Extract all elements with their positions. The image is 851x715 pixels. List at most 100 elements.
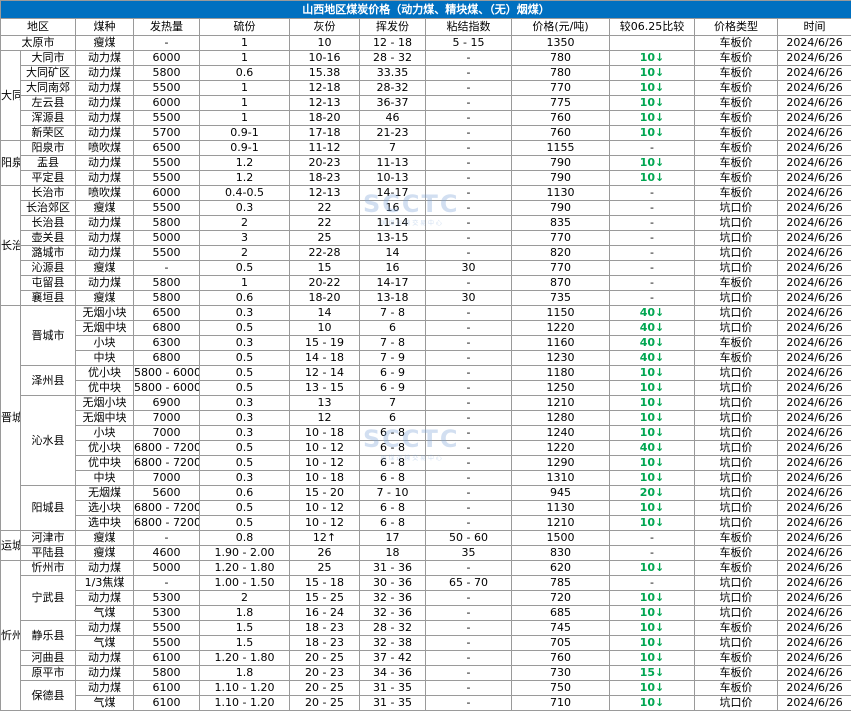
type-cell: 车板价: [694, 155, 778, 171]
bond-cell: -: [425, 665, 512, 681]
heat-cell: 5000: [133, 230, 200, 246]
diff-cell: 40↓: [609, 335, 695, 351]
sulfur-cell: 0.3: [199, 425, 290, 441]
price-cell: 750: [511, 680, 610, 696]
vol-cell: 7 - 8: [359, 305, 426, 321]
bond-cell: -: [425, 650, 512, 666]
heat-cell: 6000: [133, 50, 200, 66]
coal-cell: 动力煤: [75, 560, 134, 576]
coal-cell: 瘦煤: [75, 35, 134, 51]
region-cell: 阳泉: [0, 140, 21, 186]
sulfur-cell: 2: [199, 590, 290, 606]
coal-cell: 动力煤: [75, 110, 134, 126]
sulfur-cell: 1.20 - 1.80: [199, 560, 290, 576]
type-cell: 坑口价: [694, 200, 778, 216]
sulfur-cell: 0.5: [199, 365, 290, 381]
price-cell: 1130: [511, 500, 610, 516]
bond-cell: -: [425, 200, 512, 216]
vol-cell: 30 - 36: [359, 575, 426, 591]
sulfur-cell: 1.2: [199, 170, 290, 186]
ash-cell: 15 - 20: [289, 485, 360, 501]
diff-cell: 10↓: [609, 650, 695, 666]
bond-cell: -: [425, 365, 512, 381]
date-cell: 2024/6/26: [776, 350, 851, 366]
ash-cell: 10 - 18: [289, 470, 360, 486]
date-cell: 2024/6/26: [776, 635, 851, 651]
vol-cell: 7: [359, 395, 426, 411]
bond-cell: 30: [425, 290, 512, 306]
sulfur-cell: 0.3: [199, 410, 290, 426]
heat-cell: 6800 - 7200: [133, 455, 200, 471]
price-cell: 685: [511, 605, 610, 621]
diff-cell: -: [609, 200, 695, 216]
price-cell: 780: [511, 65, 610, 81]
diff-cell: 10↓: [609, 50, 695, 66]
ash-cell: 25: [289, 230, 360, 246]
coal-cell: 动力煤: [75, 50, 134, 66]
bond-cell: -: [425, 140, 512, 156]
price-cell: 775: [511, 95, 610, 111]
heat-cell: -: [133, 260, 200, 276]
heat-cell: 4600: [133, 545, 200, 561]
price-cell: 1130: [511, 185, 610, 201]
coal-cell: 无烟小块: [75, 395, 134, 411]
type-cell: 坑口价: [694, 470, 778, 486]
date-cell: 2024/6/26: [776, 410, 851, 426]
vol-cell: 33.35: [359, 65, 426, 81]
sulfur-cell: 0.3: [199, 305, 290, 321]
diff-cell: -: [609, 230, 695, 246]
sub-region-cell: 河曲县: [20, 650, 76, 666]
heat-cell: 5800: [133, 665, 200, 681]
table-row: 选中块 6800 - 7200 0.5 10 - 12 6 - 8-1210 10↓ 坑口价…: [1, 515, 851, 531]
type-cell: 车板价: [694, 170, 778, 186]
bond-cell: -: [425, 485, 512, 501]
header-row: 地区 煤种 发热量 硫份 灰份 挥发份 粘结指数 价格(元/吨) 较06.25比较 价格类型 时间: [0, 18, 851, 36]
vol-cell: 28 - 32: [359, 620, 426, 636]
heat-cell: 5500: [133, 80, 200, 96]
vol-cell: 7: [359, 140, 426, 156]
coal-cell: 无烟小块: [75, 305, 134, 321]
sub-region-cell: 大同市: [20, 50, 76, 66]
table-row: 屯留县 动力煤 5800 1 20-22 14-17-870- 车板价 2024/6/26: [1, 275, 851, 291]
ash-cell: 10: [289, 320, 360, 336]
sub-region-cell: 大同南郊: [20, 80, 76, 96]
date-cell: 2024/6/26: [776, 80, 851, 96]
date-cell: 2024/6/26: [776, 35, 851, 51]
bond-cell: -: [425, 185, 512, 201]
type-cell: 车板价: [694, 125, 778, 141]
ash-cell: 10: [289, 35, 360, 51]
heat-cell: 5800: [133, 65, 200, 81]
sub-region-cell: 潞城市: [20, 245, 76, 261]
heat-cell: 6100: [133, 680, 200, 696]
type-cell: 车板价: [694, 35, 778, 51]
date-cell: 2024/6/26: [776, 395, 851, 411]
diff-cell: 10↓: [609, 155, 695, 171]
bond-cell: -: [425, 110, 512, 126]
ash-cell: 22-28: [289, 245, 360, 261]
price-cell: 1500: [511, 530, 610, 546]
price-cell: 770: [511, 230, 610, 246]
type-cell: 车板价: [694, 680, 778, 696]
sub-region-cell: 盂县: [20, 155, 76, 171]
coal-cell: 动力煤: [75, 155, 134, 171]
sub-region-cell: 原平市: [20, 665, 76, 681]
bond-cell: -: [425, 515, 512, 531]
diff-cell: 10↓: [609, 410, 695, 426]
type-cell: 坑口价: [694, 395, 778, 411]
heat-cell: 5800 - 6000: [133, 380, 200, 396]
price-cell: 1350: [511, 35, 610, 51]
date-cell: 2024/6/26: [776, 665, 851, 681]
bond-cell: -: [425, 245, 512, 261]
date-cell: 2024/6/26: [776, 305, 851, 321]
table-row: 长治县 动力煤 5800 2 22 11-14-835- 坑口价 2024/6/26: [1, 215, 851, 231]
sulfur-cell: 0.9-1: [199, 140, 290, 156]
vol-cell: 17: [359, 530, 426, 546]
date-cell: 2024/6/26: [776, 320, 851, 336]
bond-cell: -: [425, 125, 512, 141]
vol-cell: 6 - 8: [359, 455, 426, 471]
bond-cell: -: [425, 230, 512, 246]
table-title: 山西地区煤炭价格（动力煤、精块煤、（无）烟煤）: [0, 0, 851, 19]
type-cell: 坑口价: [694, 380, 778, 396]
sulfur-cell: 2: [199, 215, 290, 231]
diff-cell: 10↓: [609, 605, 695, 621]
